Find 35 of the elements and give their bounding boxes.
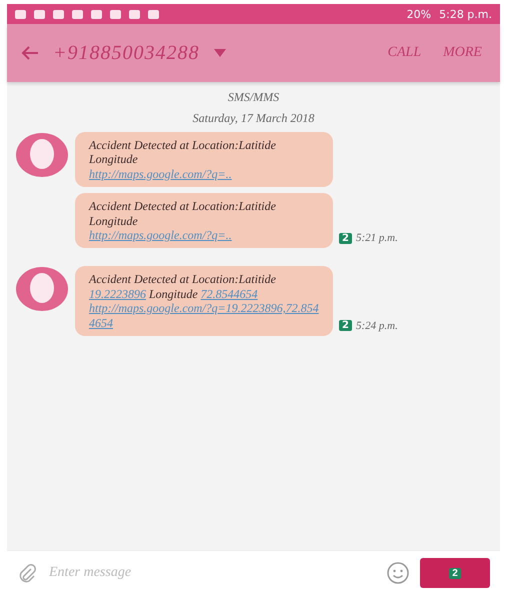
- battery-level: 20%: [406, 8, 432, 20]
- send-button[interactable]: 2: [420, 558, 490, 588]
- status-icon: [72, 10, 83, 18]
- sim-badge: 2: [339, 320, 352, 332]
- channel-label: SMS/MMS: [228, 90, 280, 105]
- smiley-icon[interactable]: [386, 561, 410, 585]
- sim-badge: 2: [339, 232, 352, 244]
- contact-title[interactable]: +918850034288: [53, 42, 200, 64]
- message-text: Accident Detected at Location:Latitide Longitude: [89, 138, 277, 167]
- status-icon: [148, 10, 159, 18]
- status-icon: [91, 10, 102, 18]
- status-icon: [53, 10, 64, 18]
- message-link[interactable]: 19.2223896: [89, 286, 146, 301]
- composer-bar[interactable]: Enter message 2: [7, 550, 500, 595]
- paperclip-icon[interactable]: [17, 563, 37, 583]
- toolbar-action[interactable]: CALL: [384, 41, 426, 65]
- status-icon: [15, 10, 26, 18]
- status-icon: [110, 10, 121, 18]
- status-icon: [34, 10, 45, 18]
- date-label: Saturday, 17 March 2018: [192, 111, 314, 126]
- dropdown-icon[interactable]: [214, 49, 226, 57]
- message-time: 5:21 p.m.: [356, 232, 398, 244]
- map-link[interactable]: http://maps.google.com/?q=..: [89, 228, 319, 242]
- message-link[interactable]: 72.8544654: [200, 286, 258, 301]
- map-link[interactable]: http://maps.google.com/?q=..: [89, 166, 319, 182]
- status-icon: [129, 10, 140, 18]
- avatar-icon: [15, 132, 69, 178]
- avatar-icon: [15, 266, 69, 312]
- message-time: 5:24 p.m.: [356, 320, 398, 332]
- back-icon[interactable]: [21, 46, 39, 60]
- message-text: Accident Detected at Location:Latitide Longitude: [89, 199, 277, 228]
- clock: 5:28 p.m.: [439, 8, 492, 20]
- toolbar-action[interactable]: MORE: [439, 41, 486, 65]
- message-input[interactable]: Enter message: [47, 564, 376, 582]
- map-link[interactable]: http://maps.google.com/?q=19.2223896,72.8544654: [89, 301, 319, 330]
